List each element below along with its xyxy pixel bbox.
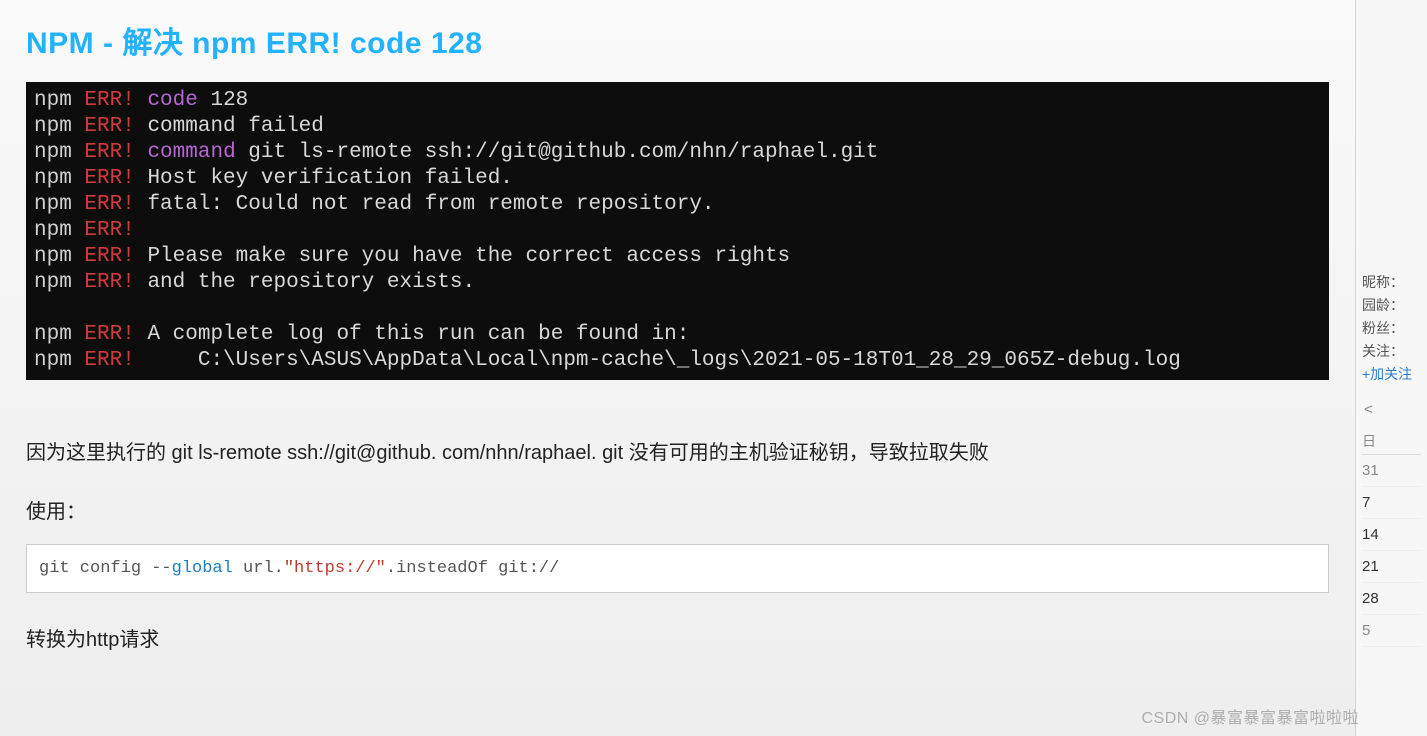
explanation-text: 因为这里执行的 git ls-remote ssh://git@github. … (26, 436, 1329, 465)
calendar-week: 5 (1362, 615, 1421, 647)
nick-label: 昵称： (1362, 272, 1421, 292)
fans-label: 粉丝： (1362, 318, 1421, 338)
code-block: git config --global url."https://".inste… (26, 544, 1329, 593)
sidebar: 昵称： 园龄： 粉丝： 关注： +加关注 < 日 3171421285 (1355, 0, 1427, 736)
code-part: // (539, 559, 559, 578)
code-string: "https://" (284, 559, 386, 578)
age-label: 园龄： (1362, 295, 1421, 315)
calendar-week: 31 (1362, 455, 1421, 487)
calendar-week: 28 (1362, 583, 1421, 615)
article-title: NPM - 解决 npm ERR! code 128 (26, 18, 1329, 62)
calendar-week: 21 (1362, 551, 1421, 583)
calendar-week: 14 (1362, 519, 1421, 551)
calendar: 日 3171421285 (1362, 431, 1421, 647)
article-main: NPM - 解决 npm ERR! code 128 npm ERR! code… (0, 0, 1355, 736)
use-label: 使用： (26, 495, 1329, 524)
add-follow-link[interactable]: +加关注 (1362, 364, 1421, 384)
convert-label: 转换为http请求 (26, 623, 1329, 652)
code-keyword: global (172, 559, 233, 578)
code-part: url. (233, 559, 284, 578)
code-part: git config -- (39, 559, 172, 578)
terminal-output: npm ERR! code 128 npm ERR! command faile… (26, 82, 1329, 380)
follow-label: 关注： (1362, 341, 1421, 361)
calendar-week: 7 (1362, 487, 1421, 519)
watermark: CSDN @暴富暴富暴富啦啦啦 (1141, 704, 1359, 728)
calendar-header-sun: 日 (1362, 431, 1376, 451)
code-part: .insteadOf git: (386, 559, 539, 578)
calendar-prev[interactable]: < (1362, 401, 1421, 418)
